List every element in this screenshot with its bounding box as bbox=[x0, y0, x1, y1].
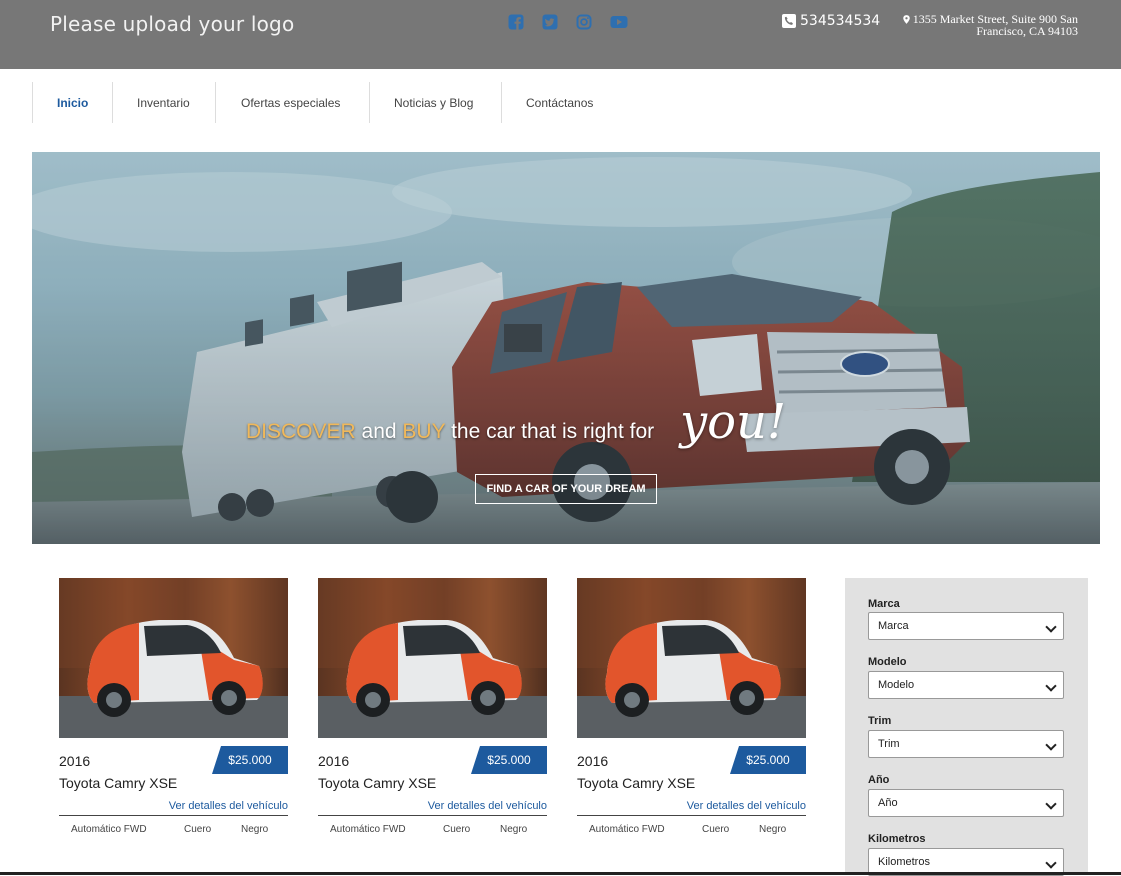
spec-color: Negro bbox=[759, 824, 787, 835]
hero-word-rest: the car that is right for bbox=[451, 420, 655, 443]
nav-item-contactanos[interactable]: Contáctanos bbox=[501, 82, 621, 123]
select-trim[interactable]: Trim bbox=[868, 730, 1064, 758]
smart-car-photo bbox=[318, 578, 547, 738]
car-name[interactable]: Toyota Camry XSE bbox=[59, 775, 177, 791]
car-image[interactable] bbox=[577, 578, 806, 738]
smart-car-photo bbox=[59, 578, 288, 738]
logo-placeholder[interactable]: Please upload your logo bbox=[50, 12, 294, 36]
car-image[interactable] bbox=[318, 578, 547, 738]
spec-interior: Cuero bbox=[184, 824, 212, 835]
spec-color: Negro bbox=[241, 824, 269, 835]
address-line-2: Francisco, CA 94103 bbox=[976, 24, 1078, 38]
smart-car-photo bbox=[577, 578, 806, 738]
price-tag: $25.000 bbox=[212, 746, 288, 774]
price-tag: $25.000 bbox=[730, 746, 806, 774]
chevron-down-icon bbox=[1045, 798, 1057, 810]
phone-icon bbox=[782, 14, 796, 28]
hero-word-discover: DISCOVER bbox=[246, 420, 356, 443]
spec-interior: Cuero bbox=[702, 824, 730, 835]
filter-label-ano: Año bbox=[868, 774, 890, 786]
header-address: 1355 Market Street, Suite 900 San Franci… bbox=[900, 13, 1078, 37]
spec-transmission: Automático FWD bbox=[589, 824, 665, 835]
car-card[interactable]: 2016 $25.000 Toyota Camry XSE Ver detall… bbox=[59, 578, 288, 835]
select-modelo-value: Modelo bbox=[878, 679, 915, 691]
car-price: $25.000 bbox=[746, 753, 790, 767]
nav-item-noticias-blog[interactable]: Noticias y Blog bbox=[369, 82, 501, 123]
header-phone[interactable]: 534534534 bbox=[782, 13, 880, 29]
phone-number: 534534534 bbox=[800, 13, 881, 29]
site-header: Please upload your logo 534534534 1355 M… bbox=[0, 0, 1121, 69]
car-price: $25.000 bbox=[228, 753, 272, 767]
car-card[interactable]: 2016 $25.000 Toyota Camry XSE Ver detall… bbox=[577, 578, 806, 835]
search-filter-panel: Marca Marca Modelo Modelo Trim Trim Año … bbox=[845, 578, 1088, 876]
car-price: $25.000 bbox=[487, 753, 531, 767]
select-ano[interactable]: Año bbox=[868, 789, 1064, 817]
filter-label-kilometros: Kilometros bbox=[868, 833, 926, 845]
select-marca-value: Marca bbox=[878, 620, 909, 632]
chevron-down-icon bbox=[1045, 621, 1057, 633]
twitter-square-icon[interactable] bbox=[541, 13, 559, 31]
facebook-square-icon[interactable] bbox=[507, 13, 525, 31]
card-divider bbox=[577, 815, 806, 816]
card-divider bbox=[318, 815, 547, 816]
card-divider bbox=[59, 815, 288, 816]
price-tag: $25.000 bbox=[471, 746, 547, 774]
spec-interior: Cuero bbox=[443, 824, 471, 835]
car-name[interactable]: Toyota Camry XSE bbox=[577, 775, 695, 791]
select-trim-value: Trim bbox=[878, 738, 900, 750]
filter-label-marca: Marca bbox=[868, 598, 900, 610]
hero-banner: DISCOVER and BUY the car that is right f… bbox=[32, 152, 1100, 544]
nav-item-inventario[interactable]: Inventario bbox=[112, 82, 215, 123]
spec-transmission: Automático FWD bbox=[330, 824, 406, 835]
hero-headline: DISCOVER and BUY the car that is right f… bbox=[246, 420, 654, 444]
nav-item-inicio[interactable]: Inicio bbox=[32, 82, 112, 123]
hero-word-buy: BUY bbox=[402, 420, 446, 443]
car-year: 2016 bbox=[59, 753, 91, 769]
car-year: 2016 bbox=[318, 753, 350, 769]
map-marker-icon bbox=[902, 15, 910, 24]
chevron-down-icon bbox=[1045, 857, 1057, 869]
hero-script-you: you! bbox=[680, 394, 787, 450]
select-kilometros-value: Kilometros bbox=[878, 856, 930, 868]
spec-transmission: Automático FWD bbox=[71, 824, 147, 835]
select-ano-value: Año bbox=[878, 797, 898, 809]
view-details-link[interactable]: Ver detalles del vehículo bbox=[428, 800, 547, 812]
view-details-link[interactable]: Ver detalles del vehículo bbox=[169, 800, 288, 812]
find-car-button[interactable]: FIND A CAR OF YOUR DREAM bbox=[475, 474, 657, 504]
hero-word-and: and bbox=[361, 420, 397, 443]
car-card[interactable]: 2016 $25.000 Toyota Camry XSE Ver detall… bbox=[318, 578, 547, 835]
nav-item-ofertas-especiales[interactable]: Ofertas especiales bbox=[215, 82, 369, 123]
car-year: 2016 bbox=[577, 753, 609, 769]
chevron-down-icon bbox=[1045, 680, 1057, 692]
car-image[interactable] bbox=[59, 578, 288, 738]
youtube-icon[interactable] bbox=[610, 13, 628, 31]
filter-label-modelo: Modelo bbox=[868, 656, 907, 668]
select-marca[interactable]: Marca bbox=[868, 612, 1064, 640]
car-name[interactable]: Toyota Camry XSE bbox=[318, 775, 436, 791]
instagram-icon[interactable] bbox=[575, 13, 593, 31]
main-nav: Inicio Inventario Ofertas especiales Not… bbox=[32, 82, 621, 123]
spec-color: Negro bbox=[500, 824, 528, 835]
filter-label-trim: Trim bbox=[868, 715, 892, 727]
view-details-link[interactable]: Ver detalles del vehículo bbox=[687, 800, 806, 812]
select-modelo[interactable]: Modelo bbox=[868, 671, 1064, 699]
chevron-down-icon bbox=[1045, 739, 1057, 751]
